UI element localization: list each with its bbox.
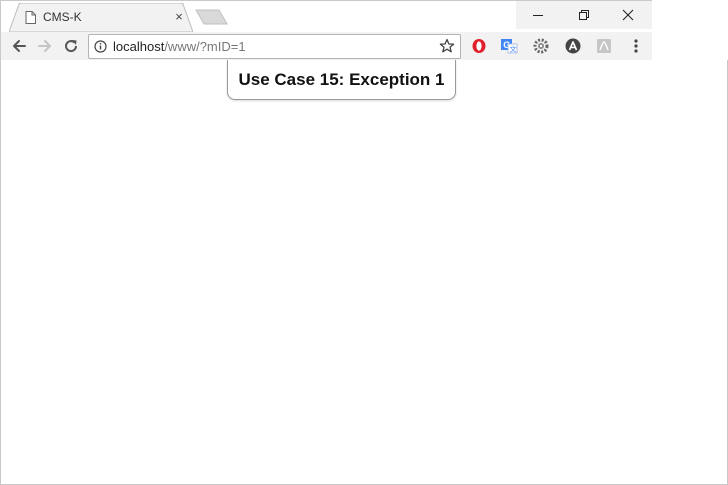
arrow-a-icon[interactable] — [563, 36, 583, 56]
forward-arrow-icon[interactable] — [33, 34, 57, 58]
translate-icon[interactable]: G 文 — [499, 36, 519, 56]
page-icon — [25, 11, 36, 24]
tab-strip: CMS-K × — [1, 1, 653, 32]
tab-title: CMS-K — [43, 10, 82, 24]
url-path: /www/?mID=1 — [164, 39, 246, 54]
restore-icon[interactable] — [562, 1, 606, 29]
svg-text:文: 文 — [510, 45, 517, 54]
reload-icon[interactable] — [59, 34, 83, 58]
browser-toolbar: localhost/www/?mID=1 G 文 — [1, 32, 653, 60]
tab-shape — [9, 3, 193, 32]
use-case-popup: Use Case 15: Exception 1 — [227, 60, 456, 100]
popup-title: Use Case 15: Exception 1 — [238, 69, 445, 89]
tab-cms-k[interactable]: CMS-K × — [9, 3, 193, 32]
url-host: localhost — [113, 39, 165, 54]
opera-icon[interactable] — [469, 36, 489, 56]
extension-gear-icon[interactable] — [531, 36, 551, 56]
tab-close-icon[interactable]: × — [172, 10, 186, 24]
window-controls — [516, 1, 653, 29]
desktop-background — [652, 0, 728, 60]
address-bar[interactable]: localhost/www/?mID=1 — [88, 34, 461, 59]
minimize-icon[interactable] — [516, 1, 560, 29]
pdf-icon[interactable] — [594, 36, 614, 56]
new-tab-button[interactable] — [195, 9, 229, 25]
back-arrow-icon[interactable] — [7, 34, 31, 58]
info-icon[interactable] — [94, 40, 107, 53]
bookmark-star-icon[interactable] — [439, 38, 455, 54]
url-text: localhost/www/?mID=1 — [113, 39, 246, 54]
page-content: Use Case 15: Exception 1 — [2, 60, 726, 483]
close-icon[interactable] — [606, 1, 650, 29]
browser-window: CMS-K × localhost/www/?mID=1 G 文 Use Cas… — [0, 0, 728, 485]
menu-icon[interactable] — [626, 36, 646, 56]
